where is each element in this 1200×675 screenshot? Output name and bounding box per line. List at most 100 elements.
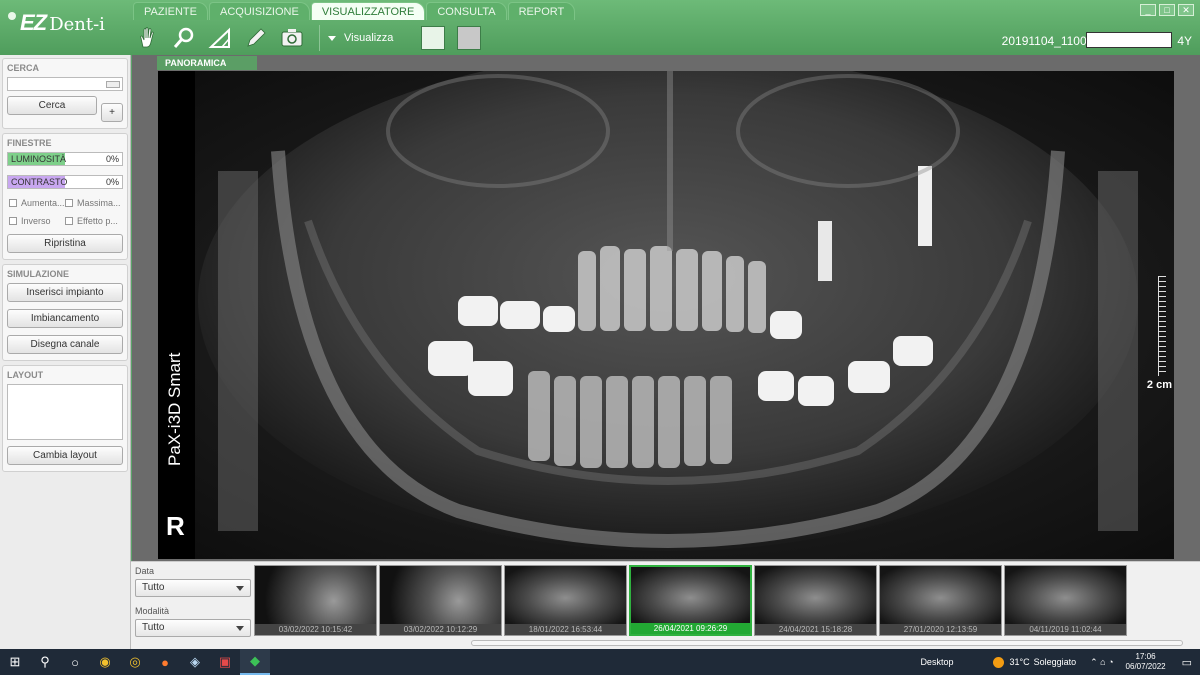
add-search-button[interactable]: + <box>101 103 123 122</box>
camera-icon[interactable] <box>277 24 307 52</box>
thumbnail-date: 26/04/2021 09:26:29 <box>631 623 750 634</box>
logo-text: Dent-i <box>49 14 105 35</box>
filter-checkbox[interactable]: Inverso <box>9 216 65 226</box>
thumbnail-item[interactable]: 04/11/2019 11:02:44 <box>1004 565 1127 636</box>
side-marker: R <box>166 511 185 541</box>
filter-checkboxes: Aumenta... Massima... Inverso Effetto p... <box>9 198 123 226</box>
clock-date: 06/07/2022 <box>1125 662 1166 671</box>
task-view-icon[interactable]: ○ <box>60 649 90 675</box>
change-layout-button[interactable]: Cambia layout <box>7 446 123 465</box>
checkbox-label: Aumenta... <box>21 198 65 208</box>
notification-icon[interactable]: ▭ <box>1182 656 1192 669</box>
hand-icon[interactable] <box>133 24 163 52</box>
viewer-toolbar: Visualizza <box>133 22 482 54</box>
clock-time: 17:06 <box>1135 652 1156 661</box>
thumbnail-item[interactable]: 18/01/2022 16:53:44 <box>504 565 627 636</box>
modality-filter-select[interactable]: Tutto <box>135 619 251 637</box>
thumbnail-image <box>880 566 1001 624</box>
thumbnail-date: 03/02/2022 10:15:42 <box>255 624 376 635</box>
thumbnail-item[interactable]: 03/02/2022 10:12:29 <box>379 565 502 636</box>
thumbnail-list: 03/02/2022 10:15:42 03/02/2022 10:12:29 18… <box>254 565 1127 636</box>
thumbnail-image <box>505 566 626 624</box>
window-controls: _ □ ✕ <box>1140 4 1194 16</box>
simulazione-panel: SIMULAZIONE Inserisci impianto Imbiancame… <box>2 264 128 361</box>
norton-icon[interactable]: ◎ <box>120 649 150 675</box>
tab-report[interactable]: REPORT <box>507 2 576 20</box>
windows-taskbar: ⊞ ⚲ ○ ◉ ◎ ● ◈ ▣ ◆ Desktop 31°C Soleggiato ⌃ ⌂ ◔ … <box>0 649 1200 675</box>
layout-preview[interactable] <box>7 384 123 440</box>
taskbar-apps: ⊞ ⚲ ○ ◉ ◎ ● ◈ ▣ ◆ <box>0 649 270 675</box>
tab-consulta[interactable]: CONSULTA <box>426 2 507 20</box>
filter-checkbox[interactable]: Aumenta... <box>9 198 65 208</box>
grid-view-icon[interactable] <box>421 26 446 50</box>
thumbnail-image <box>380 566 501 624</box>
simulation-button-3[interactable]: Disegna canale <box>7 335 123 354</box>
panoramic-xray-image[interactable]: PaX-i3D Smart R 2 cm <box>158 71 1174 559</box>
keyboard-icon[interactable] <box>106 81 120 88</box>
finestre-panel: FINESTRE LUMINOSITÀ 0% CONTRASTO 0% Aume… <box>2 133 128 260</box>
capture-icon[interactable]: ▣ <box>210 649 240 675</box>
simulation-button-1[interactable]: Inserisci impianto <box>7 283 123 302</box>
minimize-icon[interactable]: _ <box>1140 4 1156 16</box>
patient-age: 4Y <box>1177 34 1192 48</box>
search-input[interactable] <box>7 77 123 91</box>
checkbox-icon[interactable] <box>65 217 73 225</box>
visualizza-dropdown[interactable]: Visualizza <box>319 25 393 51</box>
scale-ruler <box>1158 276 1166 376</box>
checkbox-label: Massima... <box>77 198 121 208</box>
thumbnail-image <box>631 567 750 623</box>
search-button[interactable]: Cerca <box>7 96 97 115</box>
weather-text[interactable]: Soleggiato <box>1034 657 1077 667</box>
windows-icon[interactable]: ⊞ <box>0 649 30 675</box>
tab-visualizzatore[interactable]: VISUALIZZATORE <box>310 2 426 20</box>
face-photo-icon[interactable] <box>457 26 482 50</box>
cerca-title: CERCA <box>7 63 40 73</box>
checkbox-label: Effetto p... <box>77 216 118 226</box>
checkbox-icon[interactable] <box>9 199 17 207</box>
filter-checkbox[interactable]: Massima... <box>65 198 121 208</box>
dropdown-arrow-icon <box>328 35 336 41</box>
firefox-icon[interactable]: ● <box>150 649 180 675</box>
checkbox-icon[interactable] <box>9 217 17 225</box>
thumbnail-item[interactable]: 03/02/2022 10:15:42 <box>254 565 377 636</box>
ezdent-icon[interactable]: ◆ <box>240 649 270 675</box>
chrome-icon[interactable]: ◉ <box>90 649 120 675</box>
thumbnail-date: 24/04/2021 15:18:28 <box>755 624 876 635</box>
logo-dot-icon <box>8 12 16 20</box>
tab-paziente[interactable]: PAZIENTE <box>133 2 208 20</box>
thumbnail-item[interactable]: 26/04/2021 09:26:29 <box>629 565 752 636</box>
clock[interactable]: 17:06 06/07/2022 <box>1126 652 1166 672</box>
date-filter-value: Tutto <box>142 582 165 593</box>
checkbox-icon[interactable] <box>65 199 73 207</box>
reset-button[interactable]: Ripristina <box>7 234 123 253</box>
date-filter-select[interactable]: Tutto <box>135 579 251 597</box>
brightness-slider[interactable]: LUMINOSITÀ 0% <box>7 152 123 166</box>
tab-acquisizione[interactable]: ACQUISIZIONE <box>208 2 310 20</box>
contrast-slider[interactable]: CONTRASTO 0% <box>7 175 123 189</box>
tray-icons[interactable]: ⌃ ⌂ ◔ <box>1090 657 1113 668</box>
angle-icon[interactable] <box>205 24 235 52</box>
chevron-down-icon <box>236 626 244 631</box>
contrast-label: CONTRASTO <box>11 177 68 187</box>
pencil-icon[interactable] <box>241 24 271 52</box>
desktop-label[interactable]: Desktop <box>920 657 953 667</box>
search-icon[interactable]: ⚲ <box>30 649 60 675</box>
device-model-label: PaX-i3D Smart <box>165 352 184 466</box>
thumbnail-item[interactable]: 27/01/2020 12:13:59 <box>879 565 1002 636</box>
thumbnail-image <box>255 566 376 624</box>
magnifier-icon[interactable] <box>169 24 199 52</box>
simulation-button-2[interactable]: Imbiancamento <box>7 309 123 328</box>
image-viewer: PANORAMICA PaX-i3D Smart R 2 cm <box>132 55 1200 561</box>
thumbnail-date: 27/01/2020 12:13:59 <box>880 624 1001 635</box>
thumbnail-image <box>755 566 876 624</box>
modality-filter-label: Modalità <box>135 606 170 616</box>
paint-icon[interactable]: ◈ <box>180 649 210 675</box>
simulazione-title: SIMULAZIONE <box>7 269 69 279</box>
thumbnail-item[interactable]: 24/04/2021 15:18:28 <box>754 565 877 636</box>
thumbnail-scrollbar[interactable] <box>471 640 1183 646</box>
left-sidebar: CERCA Cerca + FINESTRE LUMINOSITÀ 0% CON… <box>0 55 131 649</box>
filter-checkbox[interactable]: Effetto p... <box>65 216 121 226</box>
maximize-icon[interactable]: □ <box>1159 4 1175 16</box>
close-icon[interactable]: ✕ <box>1178 4 1194 16</box>
temperature[interactable]: 31°C <box>1009 657 1029 667</box>
